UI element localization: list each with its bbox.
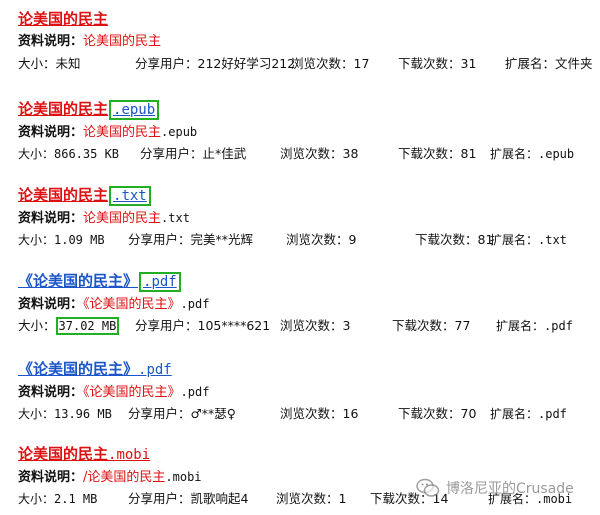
sharer: 分享用户：212好好学习212 xyxy=(135,56,296,71)
view-count: 浏览次数：9 xyxy=(286,232,357,247)
result-title-link[interactable]: 论美国的民主 .epub xyxy=(18,98,596,120)
download-count: 下载次数：31 xyxy=(398,56,477,71)
download-count: 下载次数：81 xyxy=(415,232,494,247)
file-size-highlight: 37.02 MB xyxy=(55,317,120,335)
description-text: /论美国的民主 xyxy=(83,470,166,485)
download-count: 下载次数：70 xyxy=(398,406,477,421)
result-item: 《论美国的民主》.pdf 资料说明：《论美国的民主》.pdf 大小：13.96 … xyxy=(18,358,596,424)
file-size: 大小： 37.02 MB xyxy=(18,316,120,336)
view-count: 浏览次数：17 xyxy=(291,56,370,71)
file-extension: 扩展名：.epub xyxy=(490,147,575,161)
sharer: 分享用户：♂**瑟♀ xyxy=(128,406,236,421)
result-item: 《论美国的民主》 .pdf 资料说明：《论美国的民主》.pdf 大小： 37.02 … xyxy=(18,270,596,336)
description-text: 《论美国的民主》 xyxy=(83,297,181,312)
file-size: 大小：866.35 KB xyxy=(18,147,120,161)
download-count: 下载次数：81 xyxy=(398,146,477,161)
file-size: 大小：1.09 MB xyxy=(18,233,105,247)
wechat-icon xyxy=(416,478,440,498)
title-extension[interactable]: .mobi xyxy=(108,447,150,463)
description-label: 资料说明： xyxy=(18,297,84,312)
result-item: 论美国的民主 资料说明：论美国的民主 大小：未知 分享用户：212好好学习212… xyxy=(18,8,596,74)
description-suffix: .pdf xyxy=(180,385,210,399)
sharer: 分享用户：105****621 xyxy=(135,318,271,333)
description-suffix: .txt xyxy=(161,211,190,225)
download-count: 下载次数：77 xyxy=(392,318,471,333)
result-meta: 大小： 37.02 MB 分享用户：105****621 浏览次数：3 下载次数：… xyxy=(18,316,596,336)
description-text: 论美国的民主 xyxy=(83,125,162,140)
description-text: 《论美国的民主》 xyxy=(83,385,181,400)
description-label: 资料说明： xyxy=(18,34,84,49)
file-size: 大小：2.1 MB xyxy=(18,492,98,506)
view-count: 浏览次数：3 xyxy=(280,318,351,333)
view-count: 浏览次数：16 xyxy=(280,406,359,421)
file-size: 大小：13.96 MB xyxy=(18,407,112,421)
extension-highlight[interactable]: .pdf xyxy=(139,272,181,292)
extension-highlight[interactable]: .epub xyxy=(109,100,160,120)
file-size: 大小：未知 xyxy=(18,56,81,71)
watermark: 博洛尼亚的Crusade xyxy=(416,476,574,500)
sharer: 分享用户：止*佳武 xyxy=(140,146,247,161)
result-description: 资料说明：《论美国的民主》.pdf xyxy=(18,294,596,314)
result-title-link[interactable]: 《论美国的民主》.pdf xyxy=(18,270,596,292)
result-meta: 大小：1.09 MB 分享用户：完美**光辉 浏览次数：9 下载次数：81 扩展… xyxy=(18,230,596,250)
description-label: 资料说明： xyxy=(18,125,84,140)
sharer: 分享用户：凯歌响起4 xyxy=(128,491,249,506)
result-item: 论美国的民主 .txt 资料说明：论美国的民主.txt 大小：1.09 MB 分享… xyxy=(18,184,596,250)
result-meta: 大小：未知 分享用户：212好好学习212 浏览次数：17 下载次数：31 扩展… xyxy=(18,54,596,74)
result-title-link[interactable]: 论美国的民主 xyxy=(18,8,596,30)
description-text: 论美国的民主 xyxy=(83,211,162,226)
description-label: 资料说明： xyxy=(18,211,84,226)
description-suffix: .epub xyxy=(161,125,198,139)
description-suffix: .mobi xyxy=(165,470,202,484)
view-count: 浏览次数：38 xyxy=(280,146,359,161)
title-extension[interactable]: .pdf xyxy=(138,362,172,378)
result-title-link[interactable]: 《论美国的民主》.pdf xyxy=(18,358,596,380)
sharer: 分享用户：完美**光辉 xyxy=(128,232,254,247)
result-title-link[interactable]: 论美国的民主 .txt xyxy=(18,184,596,206)
file-extension: 扩展名：.pdf xyxy=(490,407,567,421)
description-suffix: .pdf xyxy=(180,297,210,311)
result-title-link[interactable]: 论美国的民主.mobi xyxy=(18,443,596,465)
file-extension: 扩展名：文件夹 xyxy=(505,56,593,71)
result-description: 资料说明：论美国的民主 xyxy=(18,32,596,52)
description-label: 资料说明： xyxy=(18,385,84,400)
description-label: 资料说明： xyxy=(18,470,84,485)
result-meta: 大小：866.35 KB 分享用户：止*佳武 浏览次数：38 下载次数：81 扩… xyxy=(18,144,596,164)
result-meta: 大小：13.96 MB 分享用户：♂**瑟♀ 浏览次数：16 下载次数：70 扩… xyxy=(18,404,596,424)
description-text: 论美国的民主 xyxy=(83,34,162,49)
file-size-label: 大小： xyxy=(18,318,56,333)
extension-highlight[interactable]: .txt xyxy=(109,186,151,206)
file-extension: 扩展名：.pdf xyxy=(496,319,573,333)
result-item: 论美国的民主 .epub 资料说明：论美国的民主.epub 大小：866.35 K… xyxy=(18,98,596,164)
view-count: 浏览次数：1 xyxy=(276,491,347,506)
result-description: 资料说明：论美国的民主.txt xyxy=(18,208,596,228)
watermark-text: 博洛尼亚的Crusade xyxy=(446,481,574,497)
file-extension: 扩展名：.txt xyxy=(490,233,567,247)
result-description: 资料说明：论美国的民主.epub xyxy=(18,122,596,142)
result-description: 资料说明：《论美国的民主》.pdf xyxy=(18,382,596,402)
